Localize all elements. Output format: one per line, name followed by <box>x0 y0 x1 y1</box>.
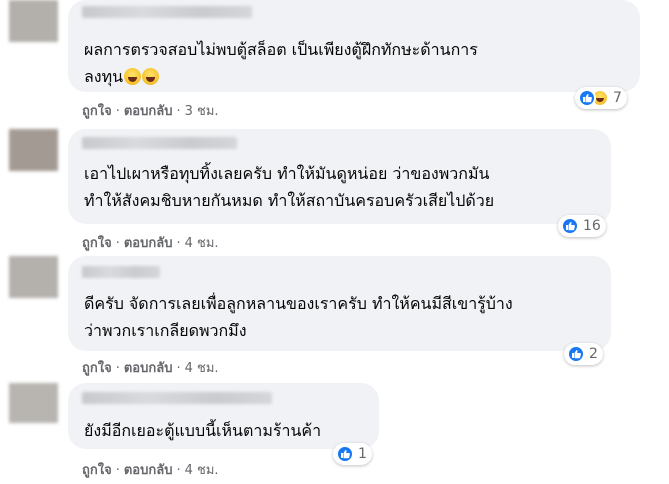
avatar[interactable] <box>9 129 58 171</box>
separator-dot: · <box>176 463 181 478</box>
comment-actions: ถูกใจ · ตอบกลับ · 4 ชม. <box>82 232 219 253</box>
reaction-summary[interactable]: 2 <box>564 343 603 365</box>
comment-bubble: ดีครับ จัดการเลยเพื่อลูกหลานของเราครับ ท… <box>68 256 611 351</box>
reaction-summary[interactable]: 7 <box>575 87 627 109</box>
like-reaction-icon <box>336 445 354 463</box>
author-name-redacted[interactable] <box>82 266 160 278</box>
reaction-summary[interactable]: 1 <box>333 443 372 465</box>
like-link[interactable]: ถูกใจ <box>82 463 112 478</box>
avatar[interactable] <box>9 0 58 42</box>
comment-text-line: ยังมีอีกเยอะตู้แบบนี้เห็นตามร้านค้า <box>84 421 322 440</box>
like-reaction-icon <box>561 217 579 235</box>
comment-actions: ถูกใจ · ตอบกลับ · 3 ชม. <box>82 100 219 121</box>
timestamp[interactable]: 4 ชม. <box>185 361 219 376</box>
avatar[interactable] <box>9 383 58 423</box>
separator-dot: · <box>176 104 181 119</box>
separator-dot: · <box>176 236 181 251</box>
reaction-count: 2 <box>589 346 598 362</box>
separator-dot: · <box>115 463 120 478</box>
comment-actions: ถูกใจ · ตอบกลับ · 4 ชม. <box>82 357 219 378</box>
comment-text-line: เอาไปเผาหรือทุบทิ้งเลยครับ ทำให้มันดูหน่… <box>84 164 490 183</box>
separator-dot: · <box>115 236 120 251</box>
separator-dot: · <box>115 361 120 376</box>
like-link[interactable]: ถูกใจ <box>82 236 112 251</box>
like-reaction-icon <box>567 345 585 363</box>
timestamp[interactable]: 4 ชม. <box>185 236 219 251</box>
author-name-redacted[interactable] <box>82 6 252 18</box>
comment-text-fragment: ลงทุน <box>84 67 124 86</box>
like-link[interactable]: ถูกใจ <box>82 104 112 119</box>
comment-text-line: ลงทุน <box>84 63 160 91</box>
like-reaction-icon <box>578 89 596 107</box>
comment-bubble: ผลการตรวจสอบไม่พบตู้สล็อต เป็นเพียงตู้ฝึ… <box>68 0 640 92</box>
reaction-count: 7 <box>613 90 622 106</box>
author-name-redacted[interactable] <box>82 392 272 404</box>
reply-link[interactable]: ตอบกลับ <box>124 361 173 376</box>
timestamp[interactable]: 3 ชม. <box>185 104 219 119</box>
reaction-summary[interactable]: 16 <box>558 215 606 237</box>
reply-link[interactable]: ตอบกลับ <box>124 104 173 119</box>
reply-link[interactable]: ตอบกลับ <box>124 463 173 478</box>
author-name-redacted[interactable] <box>82 137 237 149</box>
reaction-count: 16 <box>583 218 601 234</box>
comment-bubble: ยังมีอีกเยอะตู้แบบนี้เห็นตามร้านค้า <box>68 383 379 449</box>
reply-link[interactable]: ตอบกลับ <box>124 236 173 251</box>
timestamp[interactable]: 4 ชม. <box>185 463 219 478</box>
comment-text-line: ผลการตรวจสอบไม่พบตู้สล็อต เป็นเพียงตู้ฝึ… <box>84 40 478 59</box>
comment-text-line: ว่าพวกเราเกลียดพวกมึง <box>84 321 247 340</box>
laughing-face-emoji <box>142 68 160 85</box>
comment-bubble: เอาไปเผาหรือทุบทิ้งเลยครับ ทำให้มันดูหน่… <box>68 129 611 224</box>
separator-dot: · <box>176 361 181 376</box>
comment-text-line: ทำให้สังคมชิบหายกันหมด ทำให้สถาบันครอบคร… <box>84 191 495 210</box>
separator-dot: · <box>115 104 120 119</box>
like-link[interactable]: ถูกใจ <box>82 361 112 376</box>
comment-text-line: ดีครับ จัดการเลยเพื่อลูกหลานของเราครับ ท… <box>84 294 513 313</box>
reaction-count: 1 <box>358 446 367 462</box>
avatar[interactable] <box>9 256 58 298</box>
comment-actions: ถูกใจ · ตอบกลับ · 4 ชม. <box>82 459 219 480</box>
laughing-face-emoji <box>124 68 142 85</box>
